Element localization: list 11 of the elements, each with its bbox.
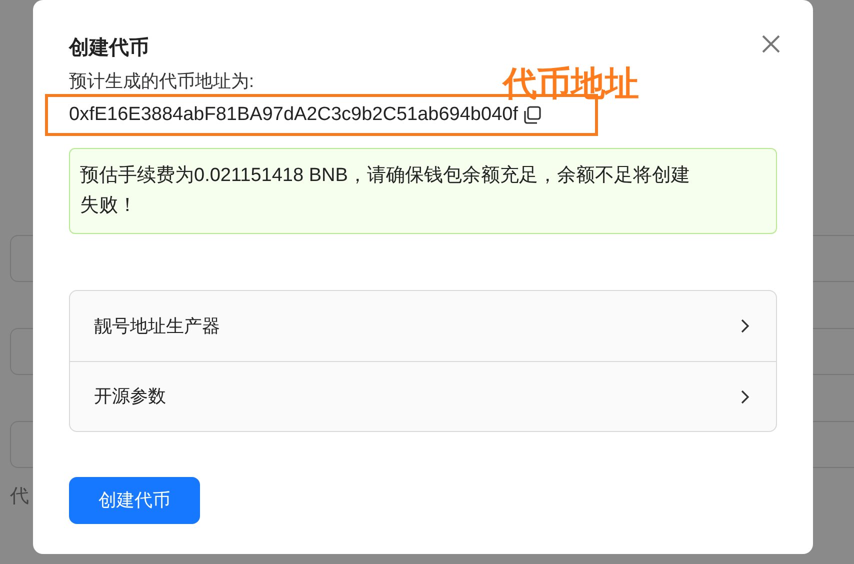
collapse-header[interactable]: 开源参数	[70, 361, 776, 431]
annotation-label: 代币地址	[503, 64, 639, 105]
close-icon[interactable]	[761, 34, 781, 54]
collapse-header[interactable]: 靓号地址生产器	[70, 291, 776, 361]
address-label: 预计生成的代币地址为:	[69, 70, 254, 93]
field-label: 代	[10, 485, 29, 509]
dialog-title: 创建代币	[69, 36, 149, 61]
copy-icon[interactable]	[522, 105, 542, 125]
fee-notice: 预估手续费为0.021151418 BNB，请确保钱包余额充足，余额不足将创建失败！	[80, 164, 691, 218]
create-token-button[interactable]: 创建代币	[69, 477, 200, 524]
token-address: 0xfE16E3884abF81BA97dA2C3c9b2C51ab694b040f	[69, 102, 518, 127]
